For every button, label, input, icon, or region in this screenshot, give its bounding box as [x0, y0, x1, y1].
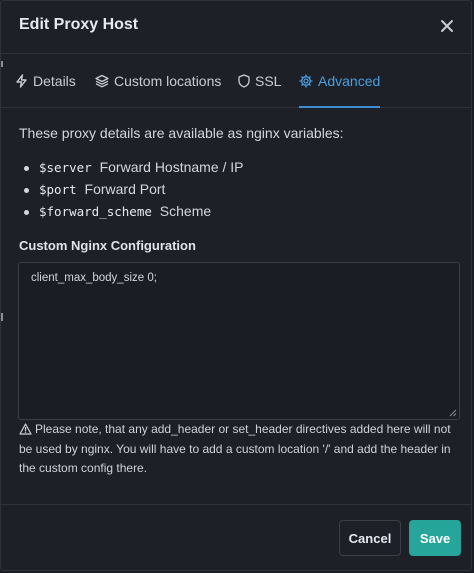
warning-note: Please note, that any add_header or set_… — [19, 420, 459, 479]
gear-icon — [299, 73, 313, 88]
edge-marker — [1, 313, 3, 321]
tab-details[interactable]: Details — [15, 54, 76, 107]
close-button[interactable] — [437, 16, 457, 36]
variables-list: $server Forward Hostname / IP $port Forw… — [24, 159, 244, 225]
modal-header: Edit Proxy Host — [1, 1, 471, 54]
variable-code: $port — [39, 182, 77, 197]
list-item: $port Forward Port — [24, 181, 244, 203]
tab-bar: Details Custom locations SSL Advanced — [1, 54, 471, 108]
lightning-icon — [16, 73, 27, 88]
tab-label: Details — [33, 72, 76, 89]
config-text: client_max_body_size 0; — [31, 272, 157, 284]
nginx-config-textarea[interactable]: client_max_body_size 0; — [18, 262, 460, 420]
save-button[interactable]: Save — [409, 520, 461, 556]
layers-icon — [95, 74, 109, 87]
modal-footer: Cancel Save — [1, 504, 471, 572]
config-label: Custom Nginx Configuration — [19, 238, 196, 253]
tab-label: SSL — [255, 72, 282, 89]
warning-text: Please note, that any add_header or set_… — [19, 422, 451, 475]
close-icon — [441, 20, 453, 32]
modal-title: Edit Proxy Host — [19, 16, 139, 33]
cancel-button[interactable]: Cancel — [339, 520, 401, 556]
list-item: $server Forward Hostname / IP — [24, 159, 244, 181]
tab-custom-locations[interactable]: Custom locations — [95, 54, 221, 107]
edit-proxy-host-modal: Edit Proxy Host Details Custom locations — [0, 0, 472, 571]
tab-ssl[interactable]: SSL — [238, 54, 281, 107]
warning-icon — [19, 423, 32, 435]
tab-label: Custom locations — [114, 72, 222, 89]
list-item: $forward_scheme Scheme — [24, 203, 244, 225]
tab-label: Advanced — [318, 72, 381, 89]
variable-description: Forward Hostname / IP — [99, 159, 244, 175]
variable-description: Scheme — [159, 203, 212, 219]
variable-description: Forward Port — [84, 181, 166, 197]
tab-advanced[interactable]: Advanced — [299, 54, 381, 108]
variable-code: $forward_scheme — [39, 204, 152, 219]
shield-icon — [238, 73, 250, 88]
resize-grip-icon[interactable] — [449, 409, 457, 417]
variables-intro: These proxy details are available as ngi… — [19, 125, 344, 141]
variable-code: $server — [39, 160, 92, 175]
